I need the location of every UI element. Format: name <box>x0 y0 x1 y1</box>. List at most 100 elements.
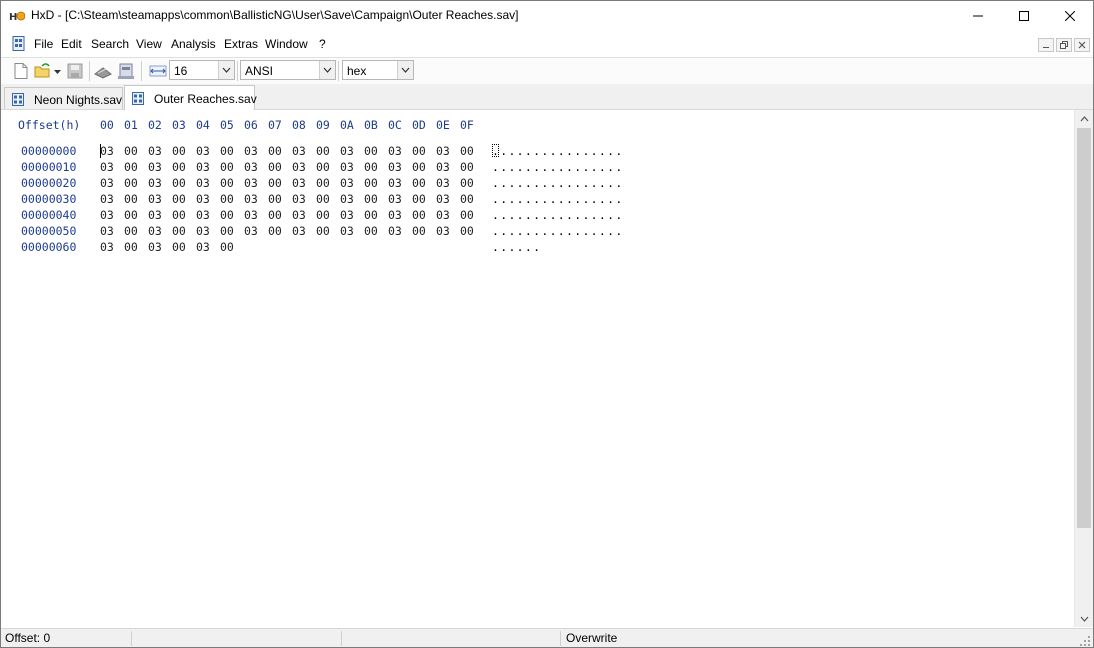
hex-byte[interactable]: 03 <box>340 176 354 190</box>
hex-byte[interactable]: 00 <box>172 240 186 254</box>
hex-byte[interactable]: 03 <box>340 208 354 222</box>
scrollbar-thumb[interactable] <box>1077 128 1091 528</box>
hex-byte[interactable]: 00 <box>412 176 426 190</box>
hex-byte[interactable]: 03 <box>148 144 162 158</box>
hex-byte[interactable]: 00 <box>268 144 282 158</box>
hex-byte[interactable]: 00 <box>316 224 330 238</box>
tab-outer-reaches[interactable]: Outer Reaches.sav <box>124 85 257 110</box>
hex-byte[interactable]: 00 <box>220 144 234 158</box>
scroll-up-arrow-icon[interactable] <box>1075 110 1093 127</box>
ascii-text[interactable]: ...... <box>492 240 541 254</box>
hex-byte[interactable]: 03 <box>388 224 402 238</box>
hex-byte[interactable]: 03 <box>100 224 114 238</box>
hex-byte[interactable]: 03 <box>100 208 114 222</box>
hex-byte[interactable]: 03 <box>292 176 306 190</box>
hex-byte[interactable]: 03 <box>196 240 210 254</box>
hex-byte[interactable]: 00 <box>220 160 234 174</box>
menu-search[interactable]: Search <box>91 37 129 51</box>
close-button[interactable] <box>1047 1 1093 31</box>
hex-byte[interactable]: 00 <box>460 176 474 190</box>
hex-byte[interactable]: 03 <box>100 176 114 190</box>
hex-byte[interactable]: 03 <box>244 160 258 174</box>
hex-byte[interactable]: 03 <box>196 224 210 238</box>
hex-row[interactable]: 00000010 03 00 03 00 03 00 03 00 03 00 03 00 03 00 03 00… <box>1 160 1074 176</box>
hex-byte[interactable]: 00 <box>364 224 378 238</box>
hex-byte[interactable]: 00 <box>412 160 426 174</box>
hex-byte[interactable]: 03 <box>196 208 210 222</box>
hex-byte[interactable]: 03 <box>292 208 306 222</box>
ascii-text[interactable]: ................ <box>492 160 624 174</box>
hex-byte[interactable]: 03 <box>148 176 162 190</box>
hex-byte[interactable]: 03 <box>388 192 402 206</box>
menu-analysis[interactable]: Analysis <box>171 37 216 51</box>
vertical-scrollbar[interactable] <box>1074 110 1093 627</box>
menu-file[interactable]: File <box>34 37 53 51</box>
chevron-down-icon[interactable] <box>319 61 335 79</box>
hex-byte[interactable]: 03 <box>196 176 210 190</box>
chevron-down-icon[interactable] <box>218 61 234 79</box>
new-file-icon[interactable] <box>12 62 30 80</box>
hex-byte[interactable]: 00 <box>124 208 138 222</box>
hex-byte[interactable]: 00 <box>268 192 282 206</box>
mdi-close-button[interactable] <box>1074 38 1090 52</box>
hex-byte[interactable]: 00 <box>364 160 378 174</box>
hex-byte[interactable]: 03 <box>340 144 354 158</box>
scroll-down-arrow-icon[interactable] <box>1075 610 1093 627</box>
hex-byte[interactable]: 03 <box>436 176 450 190</box>
hex-byte[interactable]: 03 <box>100 160 114 174</box>
hex-byte[interactable]: 00 <box>316 192 330 206</box>
menu-window[interactable]: Window <box>265 37 308 51</box>
hex-byte[interactable]: 03 <box>436 192 450 206</box>
hex-byte[interactable]: 03 <box>292 192 306 206</box>
ascii-text[interactable]: ................ <box>492 224 624 238</box>
tab-neon-nights[interactable]: Neon Nights.sav <box>4 87 123 109</box>
hex-byte[interactable]: 03 <box>196 144 210 158</box>
hex-byte[interactable]: 00 <box>412 224 426 238</box>
hex-byte[interactable]: 00 <box>316 176 330 190</box>
hex-byte[interactable]: 00 <box>460 144 474 158</box>
open-disk-icon[interactable] <box>94 62 112 80</box>
mdi-minimize-button[interactable] <box>1038 38 1054 52</box>
hex-byte[interactable]: 00 <box>268 208 282 222</box>
hex-row[interactable]: 00000030 03 00 03 00 03 00 03 00 03 00 03 00 03 00 03 00… <box>1 192 1074 208</box>
hex-byte[interactable]: 00 <box>124 192 138 206</box>
hex-byte[interactable]: 00 <box>460 160 474 174</box>
hex-byte[interactable]: 03 <box>244 208 258 222</box>
hex-byte[interactable]: 00 <box>412 208 426 222</box>
hex-byte[interactable]: 00 <box>124 224 138 238</box>
hex-byte[interactable]: 03 <box>244 192 258 206</box>
hex-byte[interactable]: 00 <box>220 224 234 238</box>
hex-byte[interactable]: 00 <box>316 208 330 222</box>
hex-byte[interactable]: 00 <box>460 192 474 206</box>
hex-byte[interactable]: 00 <box>412 144 426 158</box>
hex-byte[interactable]: 03 <box>148 240 162 254</box>
hex-byte[interactable]: 00 <box>172 160 186 174</box>
hex-byte[interactable]: 03 <box>100 240 114 254</box>
ascii-text[interactable]: ................ <box>492 208 624 222</box>
hex-byte[interactable]: 03 <box>244 144 258 158</box>
mdi-restore-button[interactable] <box>1056 38 1072 52</box>
hex-byte[interactable]: 03 <box>148 224 162 238</box>
ascii-text[interactable]: ................ <box>492 176 624 190</box>
hex-byte[interactable]: 03 <box>436 160 450 174</box>
hex-byte[interactable]: 00 <box>220 176 234 190</box>
save-icon[interactable] <box>66 62 84 80</box>
hex-byte[interactable]: 00 <box>364 144 378 158</box>
hex-byte[interactable]: 03 <box>292 160 306 174</box>
hex-byte[interactable]: 00 <box>172 144 186 158</box>
open-ram-icon[interactable] <box>117 62 135 80</box>
hex-row[interactable]: 00000050 03 00 03 00 03 00 03 00 03 00 03 00 03 00 03 00… <box>1 224 1074 240</box>
document-icon[interactable] <box>12 36 26 52</box>
hex-byte[interactable]: 00 <box>172 192 186 206</box>
hex-byte[interactable]: 00 <box>172 208 186 222</box>
hex-byte[interactable]: 03 <box>340 192 354 206</box>
hex-byte[interactable]: 00 <box>172 224 186 238</box>
hex-byte[interactable]: 00 <box>172 176 186 190</box>
hex-byte[interactable]: 03 <box>436 208 450 222</box>
hex-byte[interactable]: 00 <box>316 144 330 158</box>
hex-byte[interactable]: 00 <box>316 160 330 174</box>
hex-byte[interactable]: 03 <box>100 144 114 158</box>
hex-byte[interactable]: 03 <box>148 192 162 206</box>
hex-row[interactable]: 00000060 03 00 03 00 03 00...... <box>1 240 1074 256</box>
hex-byte[interactable]: 03 <box>436 144 450 158</box>
